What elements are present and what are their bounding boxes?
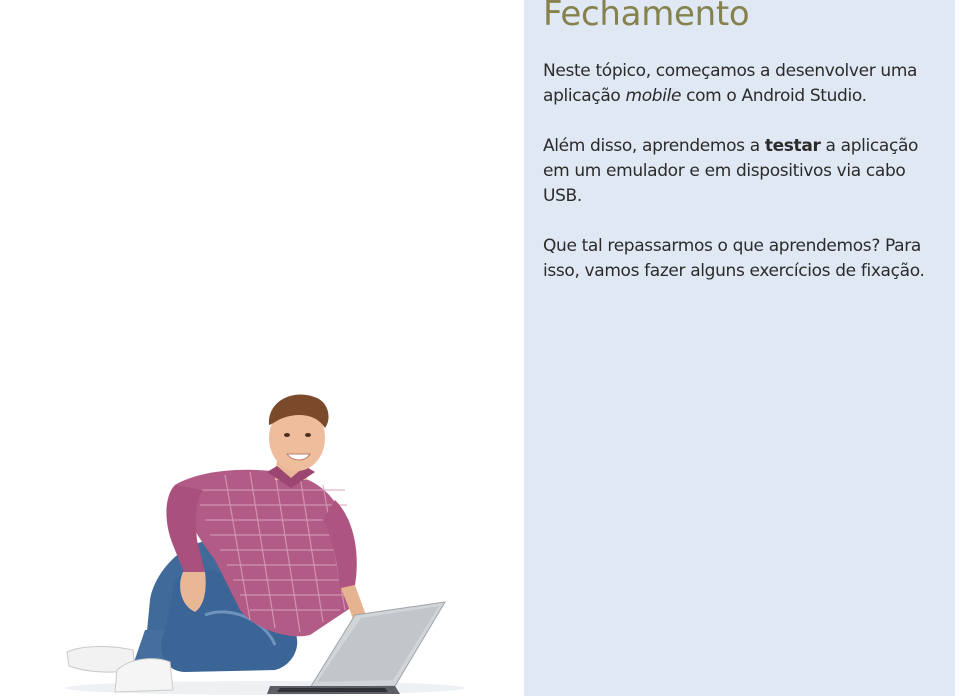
section-title: Fechamento <box>543 0 750 34</box>
paragraph-3: Que tal repassarmos o que aprendemos? Pa… <box>543 236 925 281</box>
paragraph-2: Além disso, aprendemos a testar a aplica… <box>543 136 919 206</box>
image-panel <box>0 0 524 696</box>
emphasis-mobile: mobile <box>625 86 682 106</box>
page-edge <box>955 0 967 696</box>
page: Fechamento Neste tópico, começamos a des… <box>0 0 967 696</box>
paragraph-1: Neste tópico, começamos a desenvolver um… <box>543 61 918 106</box>
student-with-laptop-illustration <box>65 394 465 695</box>
summary-text: Neste tópico, começamos a desenvolver um… <box>543 59 948 309</box>
summary-panel: Fechamento Neste tópico, começamos a des… <box>524 0 955 696</box>
emphasis-testar: testar <box>764 136 821 156</box>
